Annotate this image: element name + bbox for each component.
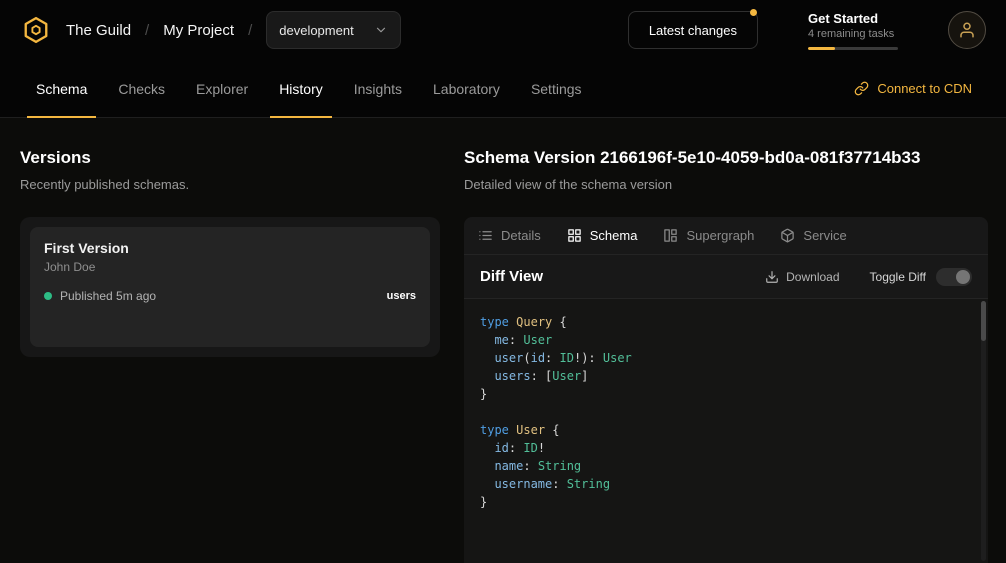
code-line: me: User xyxy=(480,331,972,349)
version-author: John Doe xyxy=(44,260,416,274)
get-started-subtitle: 4 remaining tasks xyxy=(808,27,898,41)
tab-laboratory[interactable]: Laboratory xyxy=(433,60,500,117)
code-line: } xyxy=(480,493,972,511)
tab-schema[interactable]: Schema xyxy=(36,60,87,117)
code-line: } xyxy=(480,385,972,403)
version-detail-panel: Schema Version 2166196f-5e10-4059-bd0a-0… xyxy=(464,118,1006,563)
main-content: Versions Recently published schemas. Fir… xyxy=(0,118,1006,563)
versions-panel: Versions Recently published schemas. Fir… xyxy=(0,118,464,563)
version-detail-subtitle: Detailed view of the schema version xyxy=(464,177,988,193)
code-line: users: [User] xyxy=(480,367,972,385)
hive-logo-icon[interactable] xyxy=(20,14,52,46)
version-detail-title: Schema Version 2166196f-5e10-4059-bd0a-0… xyxy=(464,148,988,168)
top-header: The Guild / My Project / development Lat… xyxy=(0,0,1006,60)
code-line: id: ID! xyxy=(480,439,972,457)
version-list-item[interactable]: First Version John Doe Published 5m ago … xyxy=(30,227,430,347)
latest-changes-label: Latest changes xyxy=(649,23,737,38)
list-icon xyxy=(478,228,493,243)
tab-schema-view-label: Schema xyxy=(590,228,638,243)
versions-subtitle: Recently published schemas. xyxy=(20,177,440,193)
link-icon xyxy=(854,81,869,96)
version-name: First Version xyxy=(44,240,416,256)
code-block: type Query { me: User user(id: ID!): Use… xyxy=(464,299,988,525)
get-started-title: Get Started xyxy=(808,11,898,27)
toggle-knob xyxy=(956,270,970,284)
connect-to-cdn-link[interactable]: Connect to CDN xyxy=(854,60,972,117)
tab-settings[interactable]: Settings xyxy=(531,60,582,117)
connect-to-cdn-label: Connect to CDN xyxy=(877,81,972,96)
columns-icon xyxy=(663,228,678,243)
breadcrumb-project[interactable]: My Project xyxy=(163,22,234,39)
person-icon xyxy=(958,21,976,39)
breadcrumb-separator: / xyxy=(248,22,252,39)
diff-view-actions: Download Toggle Diff xyxy=(765,268,972,286)
user-avatar[interactable] xyxy=(948,11,986,49)
code-line: username: String xyxy=(480,475,972,493)
get-started-progress-track xyxy=(808,47,898,50)
chevron-down-icon xyxy=(374,23,388,37)
latest-changes-button[interactable]: Latest changes xyxy=(628,11,758,49)
grid-icon xyxy=(567,228,582,243)
code-viewer: type Query { me: User user(id: ID!): Use… xyxy=(464,299,988,563)
versions-card: First Version John Doe Published 5m ago … xyxy=(20,217,440,357)
toggle-diff-label: Toggle Diff xyxy=(870,270,926,284)
tab-insights[interactable]: Insights xyxy=(354,60,402,117)
versions-title: Versions xyxy=(20,148,440,168)
environment-select[interactable]: development xyxy=(266,11,400,49)
detail-tabs: Details Schema Supergraph xyxy=(464,217,988,255)
header-actions: Latest changes Get Started 4 remaining t… xyxy=(628,11,986,50)
code-scrollbar[interactable] xyxy=(981,301,986,561)
published-status-dot xyxy=(44,292,52,300)
tab-schema-view[interactable]: Schema xyxy=(567,228,638,243)
diff-view-title: Diff View xyxy=(480,268,543,285)
tab-details[interactable]: Details xyxy=(478,228,541,243)
tab-history[interactable]: History xyxy=(279,60,323,117)
download-label: Download xyxy=(786,270,839,284)
tab-supergraph-label: Supergraph xyxy=(686,228,754,243)
download-button[interactable]: Download xyxy=(765,270,839,284)
version-status: Published 5m ago xyxy=(60,289,156,303)
tab-service[interactable]: Service xyxy=(780,228,846,243)
tab-details-label: Details xyxy=(501,228,541,243)
get-started-progress-fill xyxy=(808,47,835,50)
version-detail-card: Details Schema Supergraph xyxy=(464,217,988,563)
notification-dot xyxy=(750,9,757,16)
app-root: The Guild / My Project / development Lat… xyxy=(0,0,1006,563)
version-service-badge: users xyxy=(387,290,416,302)
code-line xyxy=(480,403,972,421)
tab-explorer[interactable]: Explorer xyxy=(196,60,248,117)
tab-checks[interactable]: Checks xyxy=(118,60,165,117)
download-icon xyxy=(765,270,779,284)
diff-view-header: Diff View Download Toggle Diff xyxy=(464,255,988,299)
version-status-row: Published 5m ago users xyxy=(44,289,416,303)
code-line: user(id: ID!): User xyxy=(480,349,972,367)
environment-select-value: development xyxy=(279,23,353,38)
breadcrumb-org[interactable]: The Guild xyxy=(66,22,131,39)
tab-service-label: Service xyxy=(803,228,846,243)
code-line: type Query { xyxy=(480,313,972,331)
nav-tabs: Schema Checks Explorer History Insights … xyxy=(36,60,582,117)
box-icon xyxy=(780,228,795,243)
tab-supergraph[interactable]: Supergraph xyxy=(663,228,754,243)
get-started-widget[interactable]: Get Started 4 remaining tasks xyxy=(808,11,898,50)
target-nav: Schema Checks Explorer History Insights … xyxy=(0,60,1006,118)
breadcrumb-separator: / xyxy=(145,22,149,39)
toggle-diff-switch[interactable] xyxy=(936,268,972,286)
code-line: type User { xyxy=(480,421,972,439)
code-line: name: String xyxy=(480,457,972,475)
code-scrollbar-thumb[interactable] xyxy=(981,301,986,341)
